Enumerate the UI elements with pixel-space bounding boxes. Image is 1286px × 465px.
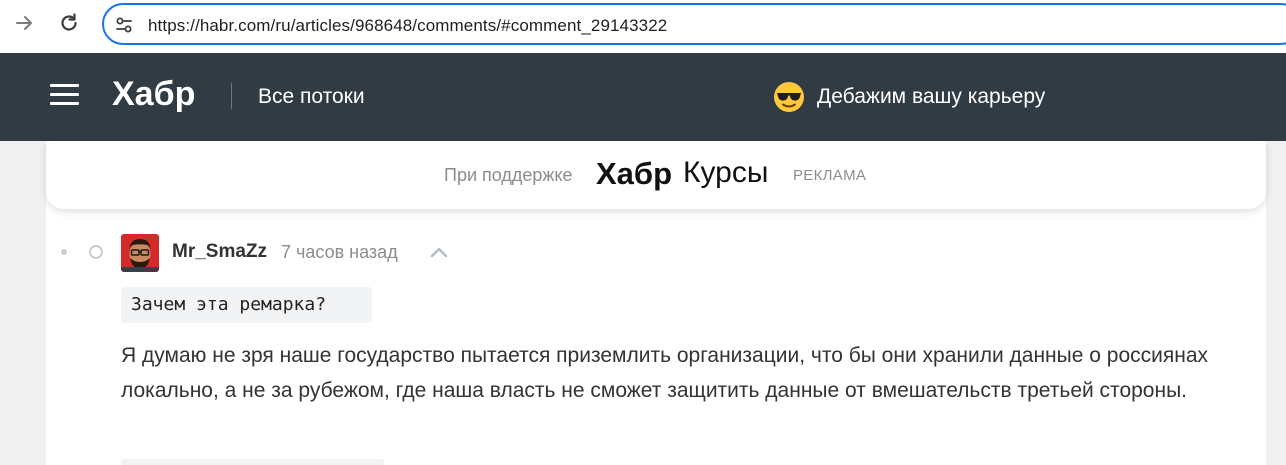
sunglasses-emoji-icon bbox=[774, 82, 804, 112]
url-text[interactable]: https://habr.com/ru/articles/968648/comm… bbox=[148, 16, 667, 36]
header-divider bbox=[231, 83, 232, 109]
thread-dot bbox=[61, 249, 67, 255]
all-streams-link[interactable]: Все потоки bbox=[258, 85, 365, 109]
comment-author[interactable]: Mr_SmaZz bbox=[172, 241, 267, 263]
reload-icon[interactable] bbox=[57, 11, 81, 35]
sponsor-label: При поддержке bbox=[444, 165, 573, 185]
comment-time[interactable]: 7 часов назад bbox=[281, 242, 398, 263]
address-bar[interactable]: https://habr.com/ru/articles/968648/comm… bbox=[102, 3, 1286, 45]
habr-logo[interactable]: Хабр bbox=[112, 75, 195, 114]
menu-icon[interactable] bbox=[50, 82, 80, 108]
comment-body: Я думаю не зря наше государство пытается… bbox=[121, 344, 1209, 402]
quote-text: Зачем эта ремарка? bbox=[131, 294, 327, 315]
sponsor-banner[interactable]: При поддержке Хабр Курсы РЕКЛАМА bbox=[46, 141, 1266, 209]
site-settings-icon[interactable] bbox=[114, 15, 134, 35]
next-code-block bbox=[121, 459, 384, 465]
quote-code-block: Зачем эта ремарка? bbox=[121, 287, 372, 323]
sponsor-brand-bold[interactable]: Хабр bbox=[596, 156, 672, 192]
avatar[interactable] bbox=[121, 234, 159, 272]
chevron-up-icon[interactable] bbox=[428, 244, 450, 260]
promo-text[interactable]: Дебажим вашу карьеру bbox=[817, 85, 1045, 109]
thread-branch-circle[interactable] bbox=[89, 245, 103, 259]
forward-arrow-icon[interactable] bbox=[12, 11, 36, 35]
ad-label: РЕКЛАМА bbox=[793, 167, 867, 184]
sponsor-brand-light[interactable]: Курсы bbox=[683, 156, 768, 190]
browser-toolbar: https://habr.com/ru/articles/968648/comm… bbox=[0, 0, 1286, 53]
site-header: Хабр Все потоки Дебажим вашу карьеру bbox=[0, 53, 1286, 141]
